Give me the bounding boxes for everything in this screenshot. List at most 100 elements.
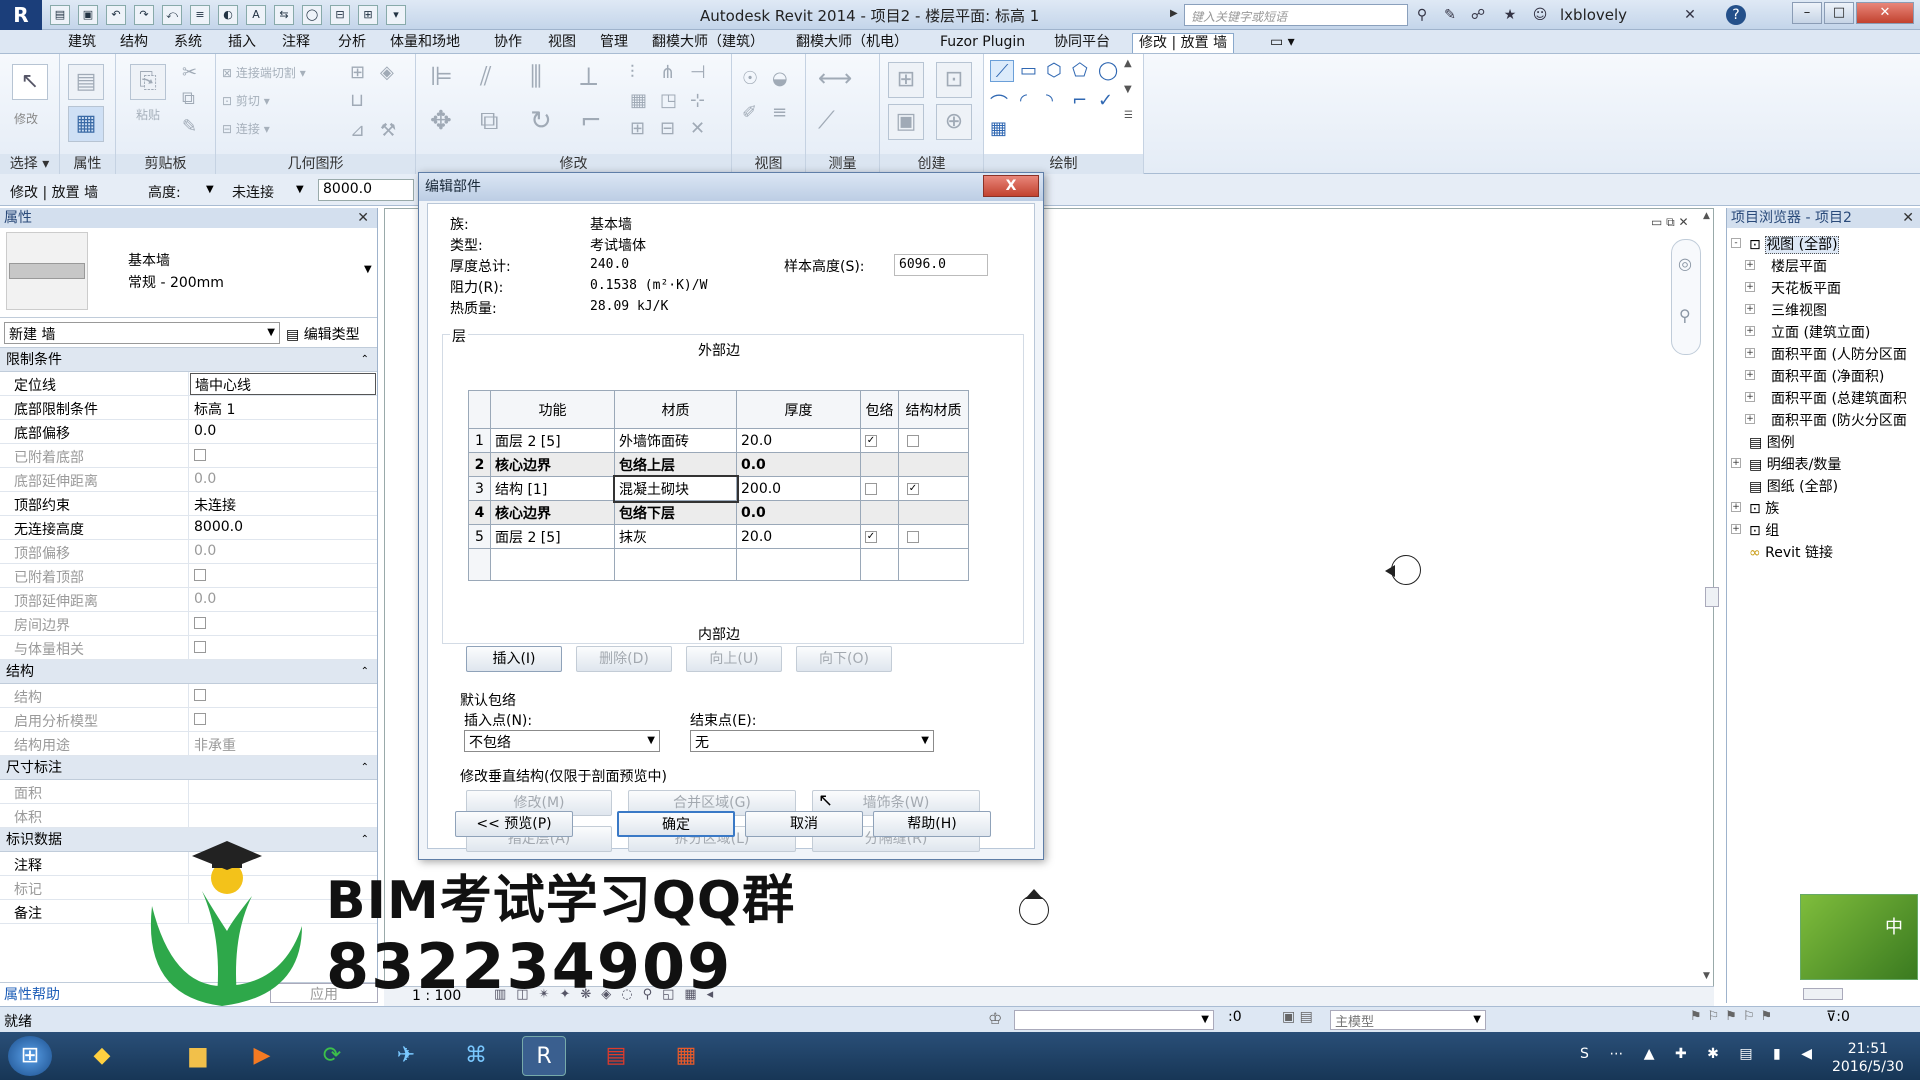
design-options-icons[interactable]: ▣ ▤ <box>1282 1009 1313 1025</box>
elevation-marker-right[interactable] <box>1391 555 1421 585</box>
tree-expander-icon[interactable]: + <box>1745 414 1755 424</box>
draw-polygon-icon[interactable]: ⬡ <box>1046 60 1062 81</box>
height-dropdown-icon[interactable]: ▼ <box>206 184 214 195</box>
tab-1[interactable]: 结构 <box>114 33 154 53</box>
mirror-draw-icon[interactable]: ⟂ <box>580 62 597 93</box>
browser-item[interactable]: ⊡ 视图 (全部) <box>1749 234 1839 254</box>
default-3d-icon[interactable]: ◯ <box>302 5 322 25</box>
tab-14[interactable]: 修改 | 放置 墙 <box>1132 33 1235 53</box>
move-down-button[interactable]: 向下(O) <box>796 646 892 672</box>
prop-checkbox[interactable] <box>194 713 206 725</box>
hammer-icon[interactable]: ⚒ <box>380 120 396 141</box>
elevation-marker-bottom[interactable] <box>1019 895 1049 925</box>
subscription-icon[interactable]: ✎ <box>1440 5 1460 25</box>
layer-n[interactable]: 5 <box>468 524 491 549</box>
prop-value[interactable] <box>194 615 206 631</box>
tree-expander-icon[interactable]: + <box>1731 524 1741 534</box>
prop-checkbox[interactable] <box>194 617 206 629</box>
prop-value[interactable] <box>194 639 206 655</box>
thin-lines-icon[interactable]: ⊞ <box>358 5 378 25</box>
search-expand-icon[interactable]: ▶ <box>1170 8 1178 19</box>
split-icon[interactable]: ⫶ <box>630 62 635 83</box>
tab-7[interactable]: 协作 <box>488 33 528 53</box>
layer-wraps[interactable]: ✓ <box>860 524 899 549</box>
layer-structural-material[interactable] <box>898 524 969 549</box>
insert-point-select[interactable]: 不包络 ▼ <box>464 730 660 752</box>
join-label[interactable]: ⊟ 连接 ▾ <box>222 120 270 137</box>
measure-icon[interactable]: ≡ <box>190 5 210 25</box>
wraps-checkbox[interactable]: ✓ <box>865 530 877 543</box>
layer-n[interactable]: 1 <box>468 428 491 453</box>
browser-item[interactable]: ▤ 图例 <box>1749 432 1795 452</box>
tab-2[interactable]: 系统 <box>168 33 208 53</box>
browser-item[interactable]: 面积平面 (防火分区面 <box>1771 410 1907 430</box>
file-explorer-icon[interactable]: ▆ <box>176 1036 220 1076</box>
measure-icon[interactable]: ⟷ <box>818 64 852 92</box>
close-browser-icon[interactable]: ✕ <box>1902 208 1914 228</box>
collapse-icon[interactable]: ⌃ <box>361 348 369 372</box>
mirror-axis-icon[interactable]: ⫼ <box>530 62 542 93</box>
paste-icon[interactable]: ⎘ <box>130 64 166 100</box>
override-graphics-icon[interactable]: ◒ <box>772 68 788 89</box>
pdf-reader-icon[interactable]: ▤ <box>594 1036 638 1076</box>
instance-selector[interactable]: 新建 墙 ▼ <box>4 322 280 344</box>
help-button[interactable]: 帮助(H) <box>873 811 991 837</box>
scale-icon[interactable]: ◳ <box>660 90 677 111</box>
layer-structural-material[interactable] <box>898 500 969 525</box>
cursor-arrow-icon[interactable]: ↖ <box>12 64 48 100</box>
steering-wheel-icon[interactable]: ◎ <box>1678 254 1692 273</box>
tree-expander-icon[interactable]: + <box>1745 348 1755 358</box>
open-icon[interactable]: ▤ <box>50 5 70 25</box>
browser-item[interactable]: 面积平面 (总建筑面积 <box>1771 388 1907 408</box>
taskbar-clock[interactable]: 21:51 2016/5/30 <box>1832 1040 1904 1076</box>
vertical-scrollbar-thumb[interactable] <box>1705 587 1719 607</box>
ok-button[interactable]: 确定 <box>617 811 735 837</box>
close-window-button[interactable]: ✕ <box>1856 2 1914 24</box>
start-button[interactable]: ⊞ <box>8 1036 52 1076</box>
tree-expander-icon[interactable]: + <box>1745 370 1755 380</box>
trim-icon[interactable]: ⌐ <box>580 106 602 136</box>
tab-10[interactable]: 翻模大师（建筑） <box>646 33 770 53</box>
prop-section-1[interactable]: 结构 ⌃ <box>0 660 377 684</box>
match-type-icon[interactable]: ✎ <box>182 116 197 137</box>
prop-value[interactable]: 标高 1 <box>194 399 235 419</box>
similar-icon[interactable]: ⊕ <box>936 104 972 140</box>
tree-expander-icon[interactable]: + <box>1731 502 1741 512</box>
layer-n[interactable]: 3 <box>468 476 491 501</box>
text-icon[interactable]: ⇆ <box>274 5 294 25</box>
close-panel-icon[interactable]: ✕ <box>357 208 369 228</box>
scroll-up-arrow-icon[interactable]: ▲ <box>1703 211 1710 221</box>
type-dropdown-icon[interactable]: ▼ <box>364 264 372 275</box>
layer-th[interactable]: 20.0 <box>736 428 861 453</box>
type-properties-icon[interactable]: ▤ <box>68 64 104 100</box>
help-icon[interactable]: ? <box>1726 5 1746 25</box>
layer-th[interactable]: 0.0 <box>736 500 861 525</box>
collapse-icon[interactable]: ⌃ <box>361 828 369 852</box>
tree-expander-icon[interactable]: + <box>1745 326 1755 336</box>
tab-4[interactable]: 注释 <box>276 33 316 53</box>
scroll-down-arrow-icon[interactable]: ▼ <box>1703 971 1710 981</box>
wraps-checkbox[interactable]: ✓ <box>865 434 877 447</box>
workset-dropdown[interactable]: ▼ <box>1014 1010 1214 1030</box>
section-icon[interactable]: ⊟ <box>330 5 350 25</box>
pick-faces-icon[interactable]: ▦ <box>990 118 1007 139</box>
structural-material-checkbox[interactable]: ✓ <box>907 482 919 495</box>
dialog-titlebar[interactable]: 编辑部件 X <box>419 173 1043 201</box>
collapse-icon[interactable]: ⌃ <box>361 660 369 684</box>
tab-3[interactable]: 插入 <box>222 33 262 53</box>
presentation-app-icon[interactable]: ▦ <box>664 1036 708 1076</box>
sync-icon[interactable]: ↶ <box>106 5 126 25</box>
minimize-button[interactable]: – <box>1792 2 1822 24</box>
linework-icon[interactable]: ✐ <box>742 102 757 123</box>
draw-line-icon[interactable]: ⟋ <box>990 60 1014 82</box>
layer-fn[interactable]: 结构 [1] <box>490 476 615 501</box>
expand-gallery-icon[interactable]: ☰ <box>1124 110 1133 121</box>
draw-rectangle-icon[interactable]: ▭ <box>1020 60 1037 81</box>
preview-button[interactable]: << 预览(P) <box>455 811 573 837</box>
communication-icon[interactable]: ☍ <box>1468 5 1488 25</box>
height-mode-select[interactable]: 未连接 <box>232 182 274 202</box>
rotate-icon[interactable]: ↻ <box>530 106 552 136</box>
create-parts-icon[interactable]: ⊡ <box>936 62 972 98</box>
tree-expander-icon[interactable]: + <box>1745 392 1755 402</box>
layer-mat[interactable]: 包络下层 <box>614 500 737 525</box>
